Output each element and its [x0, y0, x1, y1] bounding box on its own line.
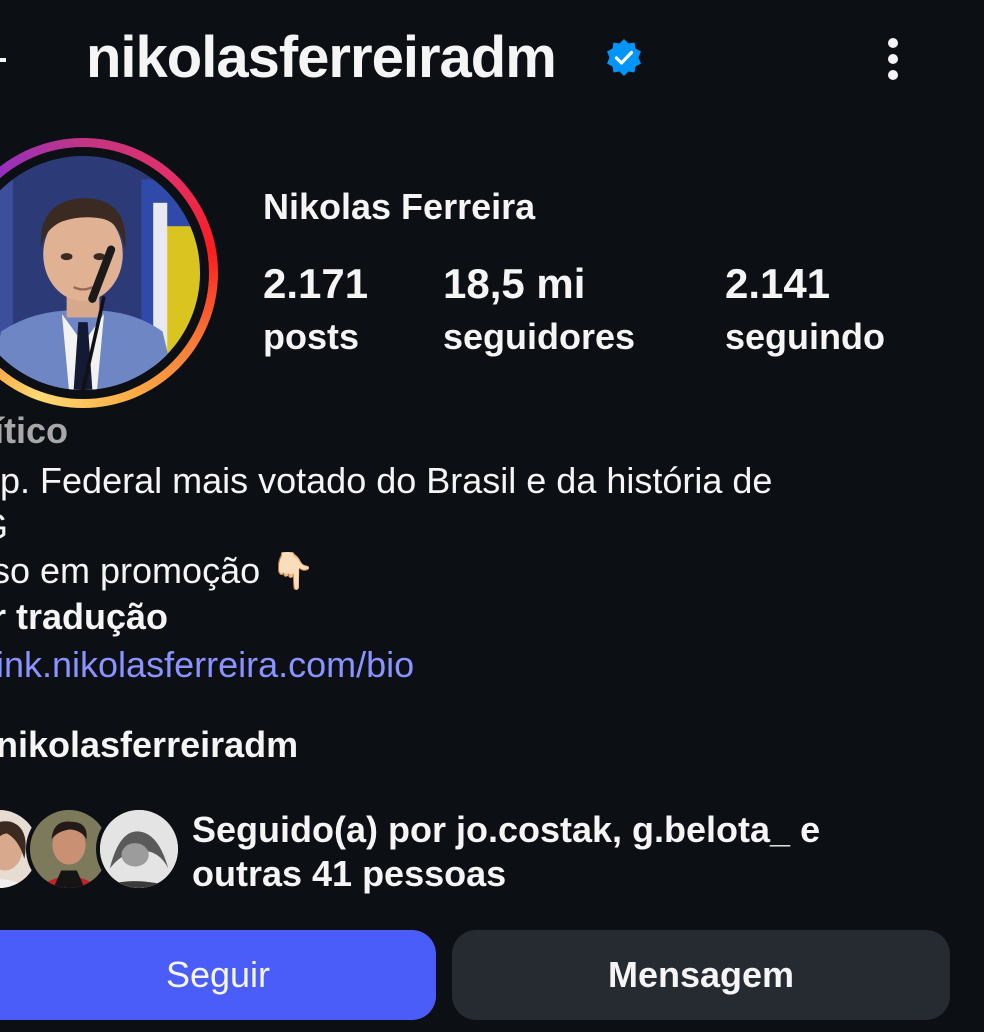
bio-line-2: G — [0, 506, 8, 548]
posts-stat[interactable]: 2.171 posts — [263, 258, 368, 362]
profile-username-header: nikolasferreiradm — [86, 25, 557, 90]
message-button[interactable]: Mensagem — [452, 930, 950, 1020]
verified-badge-icon — [607, 39, 641, 76]
follow-button[interactable]: Seguir — [0, 930, 436, 1020]
profile-category: lítico — [0, 410, 69, 451]
threads-badge[interactable]: nikolasferreiradm — [0, 724, 298, 766]
posts-count: 2.171 — [263, 260, 369, 307]
following-count: 2.141 — [725, 260, 831, 307]
threads-handle: nikolasferreiradm — [0, 724, 299, 765]
see-translation-link[interactable]: r tradução — [0, 596, 168, 638]
follow-button-label: Seguir — [165, 954, 271, 995]
bio-line-1: ep. Federal mais votado do Brasil e da h… — [0, 460, 773, 501]
profile-screen: nikolasferreiradm Nikolas Ferreira 2.171… — [0, 0, 984, 1032]
mutual-followers-avatars[interactable] — [0, 806, 182, 892]
following-stat[interactable]: 2.141 seguindo — [725, 258, 885, 362]
pointing-down-emoji: 👇🏻 — [270, 550, 315, 591]
followers-count: 18,5 mi — [443, 260, 586, 307]
followers-stat[interactable]: 18,5 mi seguidores — [443, 258, 635, 362]
posts-label: posts — [263, 316, 360, 357]
mutual-avatar — [96, 806, 182, 892]
back-arrow-icon[interactable] — [0, 42, 6, 78]
following-label: seguindo — [725, 316, 885, 357]
profile-photo — [0, 156, 200, 390]
profile-full-name: Nikolas Ferreira — [263, 186, 536, 227]
bio-line-3: rso em promoção 👇🏻 — [0, 550, 315, 592]
followed-by-text[interactable]: Seguido(a) por jo.costak, g.belota_ e ou… — [192, 808, 932, 896]
followers-label: seguidores — [443, 316, 636, 357]
avatar[interactable] — [0, 138, 218, 408]
bio-link[interactable]: link.nikolasferreira.com/bio — [0, 644, 414, 686]
more-options-icon[interactable] — [878, 34, 908, 84]
bio-line-3-text: rso em promoção — [0, 550, 261, 591]
message-button-label: Mensagem — [607, 954, 795, 995]
bio-link-text[interactable]: link.nikolasferreira.com/bio — [0, 644, 414, 685]
